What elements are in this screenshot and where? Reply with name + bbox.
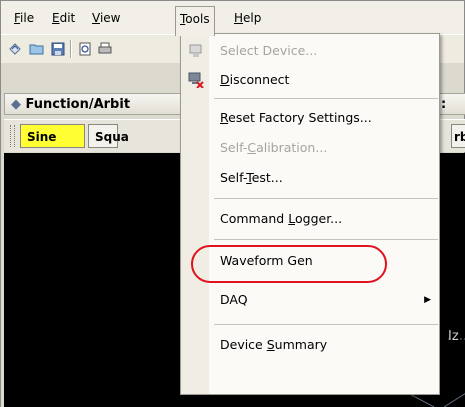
panel-arrow-icon: ◆ [11, 97, 21, 112]
highlight-ring [191, 245, 387, 283]
menu-separator [214, 98, 438, 99]
menu-edit[interactable]: Edit [48, 7, 79, 29]
menu-item-self-calibration[interactable]: Self-Calibration... [181, 135, 439, 161]
menu-view[interactable]: View [88, 7, 124, 29]
menu-item-label: Reset Factory Settings... [220, 110, 372, 125]
menu-separator [214, 198, 438, 199]
toolbar-grip[interactable] [10, 125, 15, 147]
save-icon[interactable] [50, 41, 66, 57]
menu-item-device-summary[interactable]: Device Summary [181, 332, 439, 358]
menu-item-disconnect[interactable]: Disconnect [181, 67, 439, 93]
menu-file[interactable]: File [10, 7, 38, 29]
menu-separator [214, 239, 438, 240]
menu-item-daq[interactable]: DAQ ▶ [181, 287, 439, 313]
submenu-arrow-icon: ▶ [424, 295, 431, 305]
menu-item-label: Self-Test... [220, 170, 283, 185]
arb-button-label: rb [454, 130, 465, 144]
arb-button[interactable]: rb [451, 124, 465, 148]
square-button-label: Squa [95, 130, 129, 144]
print-icon[interactable] [97, 41, 113, 57]
select-device-icon [189, 44, 202, 57]
menu-item-select-device[interactable]: Select Device... [181, 38, 439, 64]
panel-title-right: : [438, 93, 465, 115]
menu-help[interactable]: Help [230, 7, 265, 29]
menu-item-command-logger[interactable]: Command Logger... [181, 206, 439, 232]
menu-tools[interactable]: Tools [175, 6, 215, 36]
sine-button[interactable]: Sine [20, 124, 85, 169]
disconnect-icon [188, 72, 204, 88]
menu-item-label: Select Device... [220, 43, 318, 58]
print-preview-icon[interactable] [77, 41, 93, 57]
panel-title: ◆ Function/Arbit [4, 93, 184, 115]
toolbar-separator [70, 40, 72, 58]
menu-item-label: Self-Calibration... [220, 140, 328, 155]
frequency-unit-label: Iz [448, 329, 459, 344]
refresh-icon[interactable] [7, 41, 23, 57]
menu-item-label: DAQ [220, 292, 248, 307]
menu-item-label: Disconnect [220, 72, 290, 87]
menu-item-self-test[interactable]: Self-Test... [181, 165, 439, 191]
open-folder-icon[interactable] [29, 41, 45, 57]
square-button[interactable]: Squa [88, 124, 129, 148]
panel-title-text: Function/Arbit [25, 97, 131, 112]
tools-menu: Select Device... Disconnect Reset Factor… [180, 33, 440, 395]
menu-separator [214, 324, 438, 325]
menu-bar: File Edit View Tools Help [1, 1, 464, 36]
menu-item-label: Device Summary [220, 337, 328, 352]
menu-item-reset-factory-settings[interactable]: Reset Factory Settings... [181, 105, 439, 131]
menu-item-label: Command Logger... [220, 211, 343, 226]
sine-button-label: Sine [27, 130, 57, 144]
